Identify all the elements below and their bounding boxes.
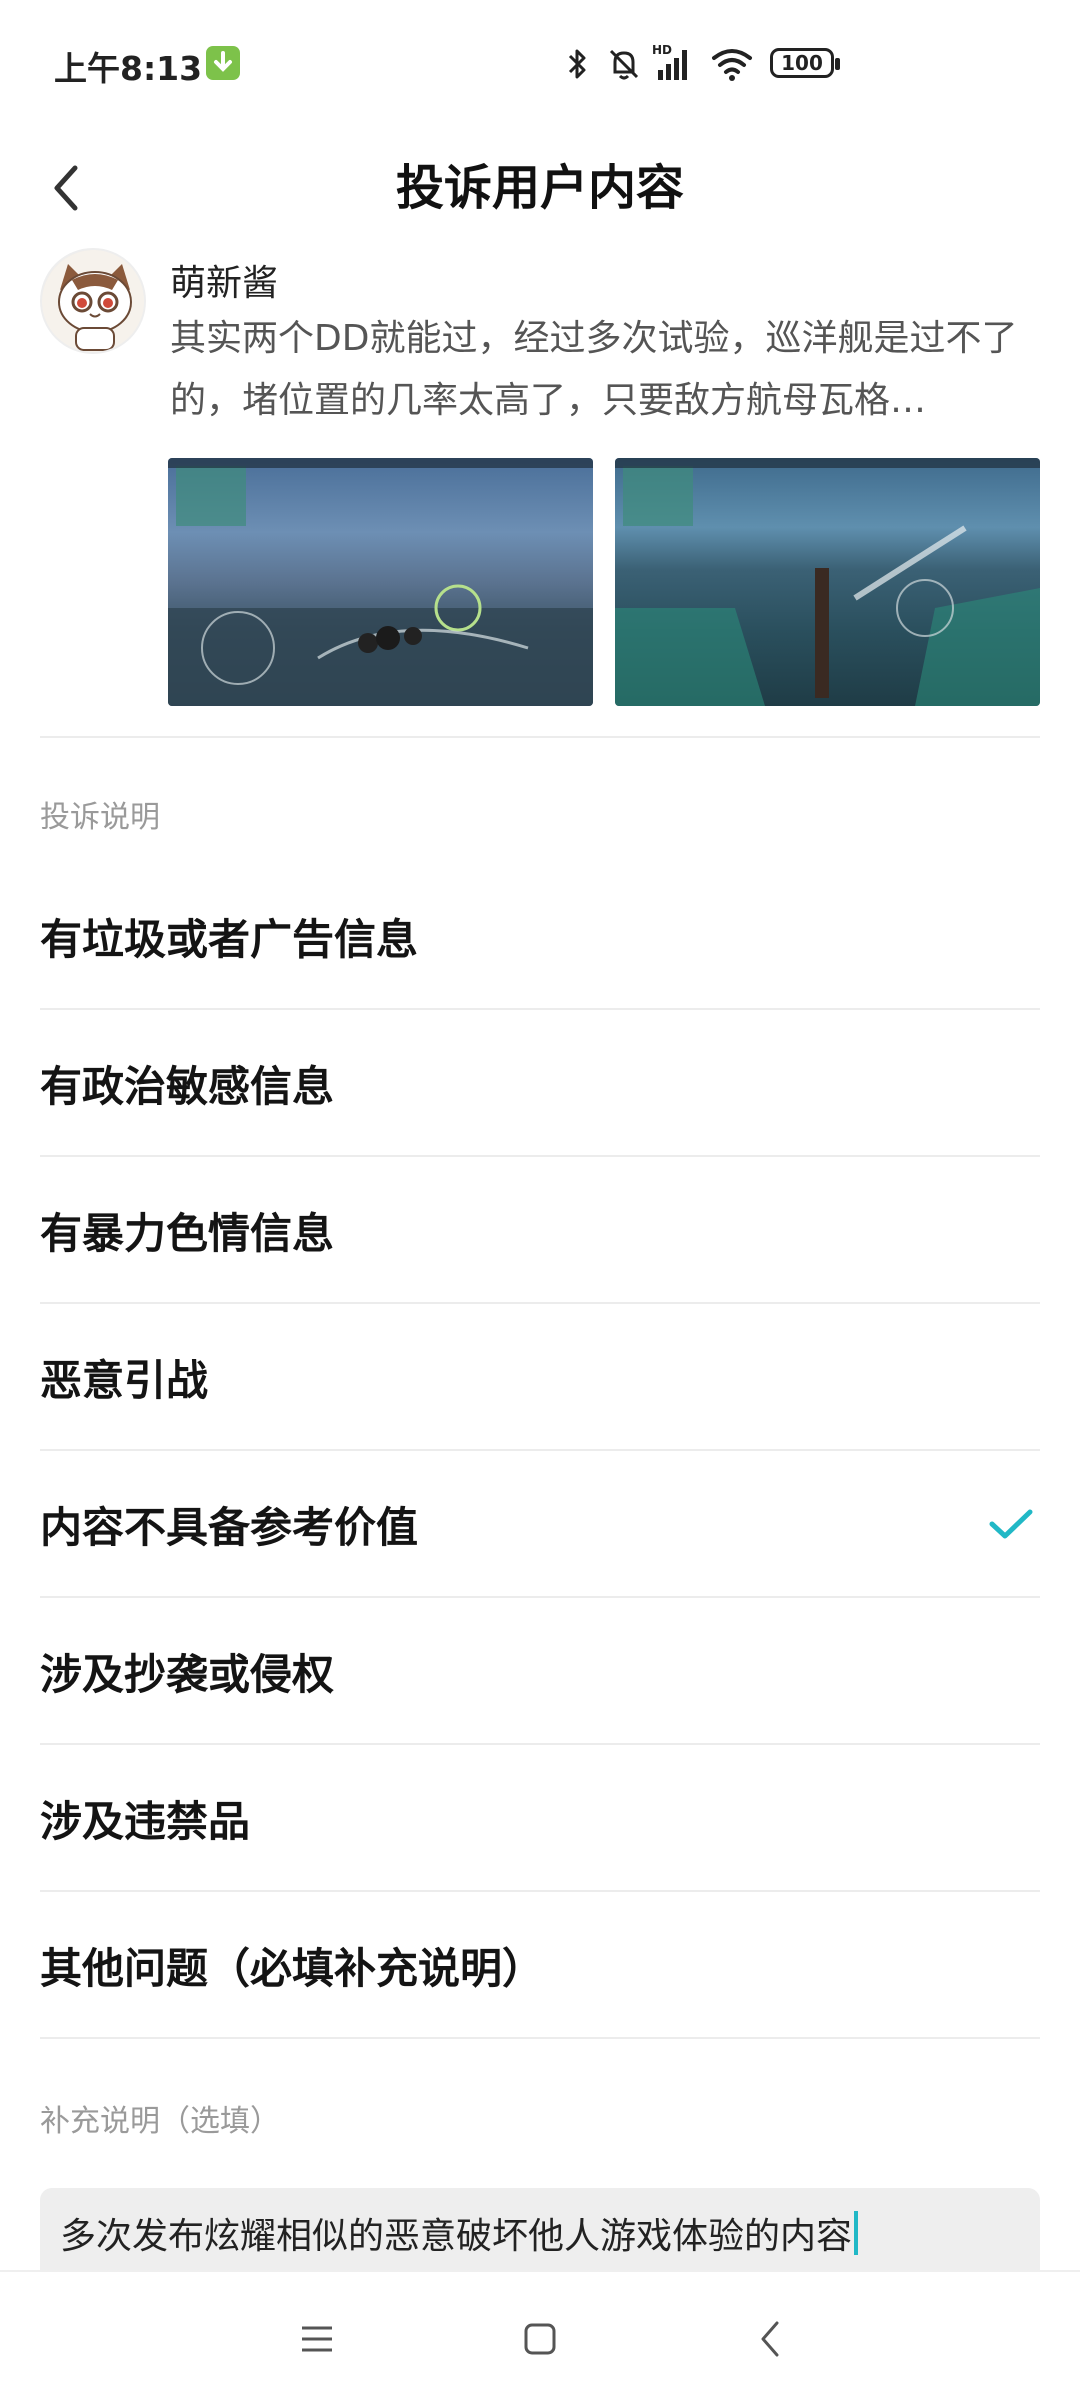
download-badge-icon [206,46,240,80]
top-nav-bar: 投诉用户内容 [0,130,1080,250]
post-author: 萌新酱 [170,263,279,304]
wifi-icon [712,49,752,81]
post-image[interactable] [615,458,1040,706]
svg-text:HD: HD [652,43,672,57]
complaint-option-no-value[interactable]: 内容不具备参考价值 [40,1452,1040,1598]
chevron-left-icon [54,165,78,211]
bell-off-icon [609,49,639,80]
complaint-option-plagiarism[interactable]: 涉及抄袭或侵权 [40,1599,1040,1745]
option-label: 有垃圾或者广告信息 [40,914,419,964]
text-caret [854,2211,859,2255]
status-bar: 上午8:13 HD 100 [0,0,1080,130]
option-label: 有政治敏感信息 [40,1061,335,1111]
complaint-option-flame[interactable]: 恶意引战 [40,1305,1040,1451]
supplement-input-text: 多次发布炫耀相似的恶意破坏他人游戏体验的内容 [60,2216,853,2257]
complaint-option-other[interactable]: 其他问题（必填补充说明） [40,1893,1040,2039]
hd-signal-icon: HD [652,43,687,80]
menu-button[interactable] [292,2314,342,2364]
option-label: 有暴力色情信息 [40,1208,335,1258]
post-text: 其实两个DD就能过，经过多次试验，巡洋舰是过不了的，堵位置的几率太高了，只要敌方… [170,318,1018,421]
back-button[interactable] [36,148,96,228]
post-images [168,458,1040,706]
complaint-option-spam[interactable]: 有垃圾或者广告信息 [40,864,1040,1010]
home-button[interactable] [515,2314,565,2364]
complaint-option-political[interactable]: 有政治敏感信息 [40,1011,1040,1157]
page-title: 投诉用户内容 [395,160,684,216]
option-label: 涉及违禁品 [40,1796,251,1846]
divider [40,736,1040,738]
complaint-section-label: 投诉说明 [40,800,160,835]
avatar [40,248,146,354]
option-label: 恶意引战 [40,1355,209,1405]
supplement-input[interactable]: 多次发布炫耀相似的恶意破坏他人游戏体验的内容 [40,2188,1040,2278]
back-icon [761,2321,779,2357]
supplement-label: 补充说明（选填） [40,2104,280,2139]
option-label: 内容不具备参考价值 [40,1502,419,1552]
checkmark-icon [989,1509,1033,1539]
menu-icon [302,2326,332,2352]
battery-icon: 100 [770,48,840,78]
home-icon [524,2323,556,2355]
complaint-option-violence[interactable]: 有暴力色情信息 [40,1158,1040,1304]
option-label: 涉及抄袭或侵权 [40,1649,335,1699]
complaint-option-contraband[interactable]: 涉及违禁品 [40,1746,1040,1892]
system-nav-bar [0,2270,1080,2400]
post-image[interactable] [168,458,593,706]
status-time: 上午8:13 [54,49,203,88]
system-back-button[interactable] [745,2314,795,2364]
bluetooth-icon [568,49,586,79]
option-label: 其他问题（必填补充说明） [40,1943,545,1993]
